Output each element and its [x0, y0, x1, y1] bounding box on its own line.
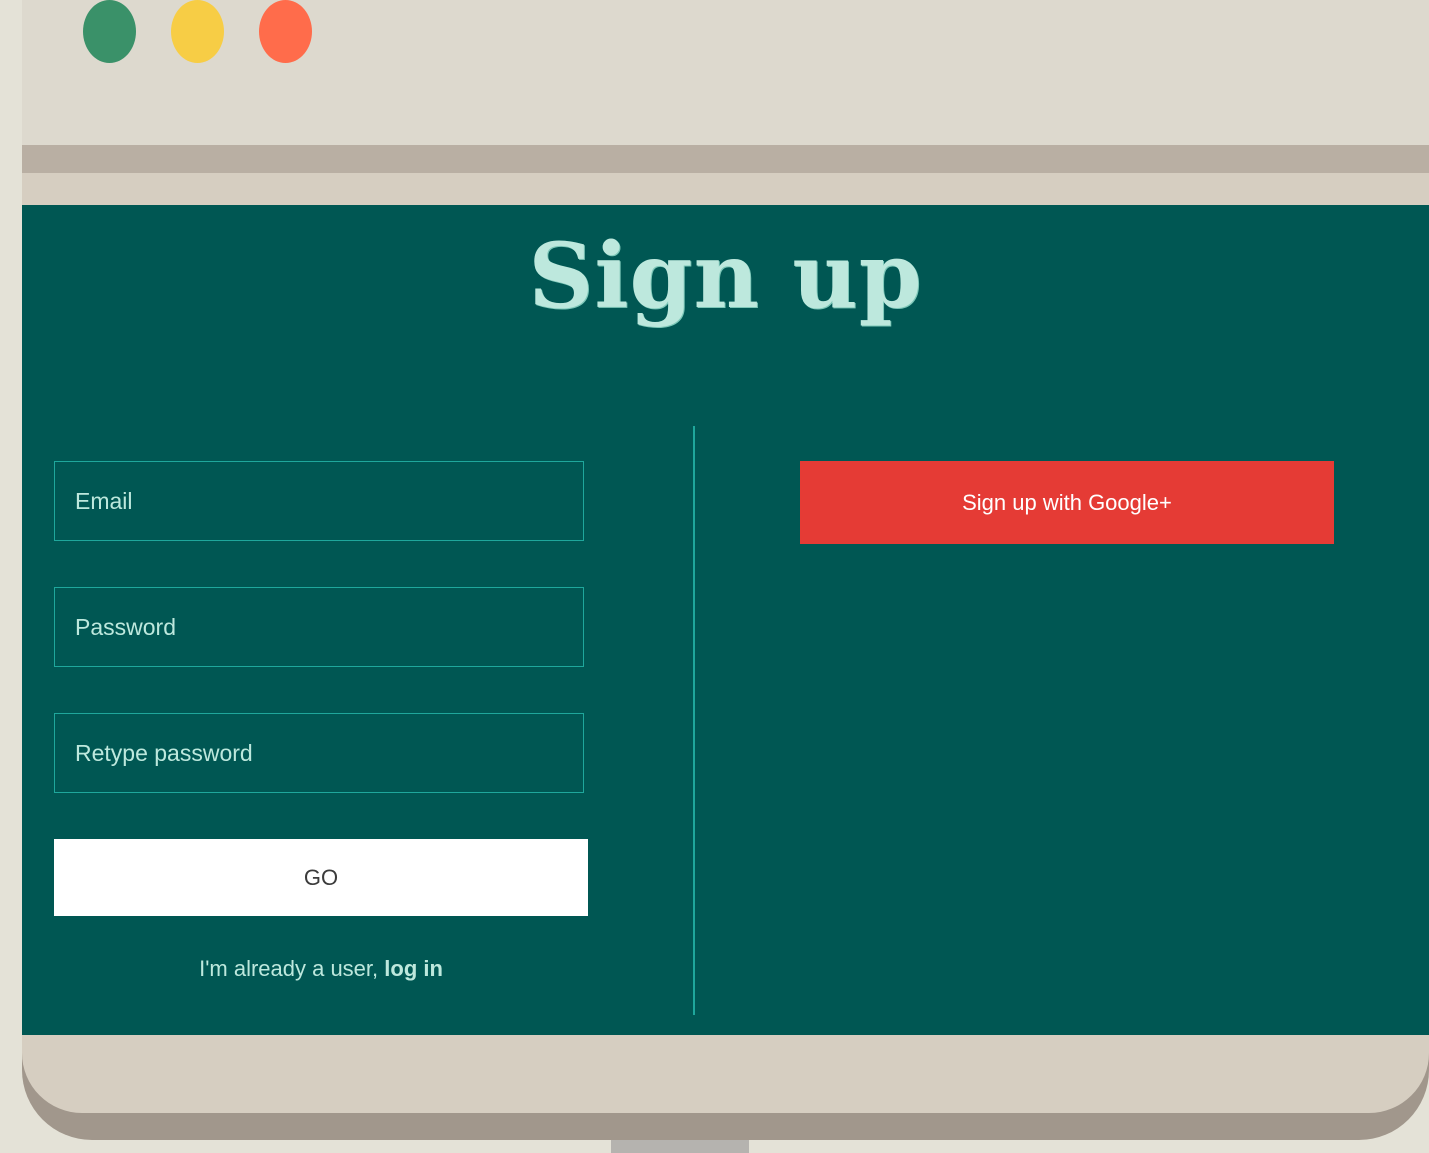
signup-screen: Sign up GO I'm already a user, log in Si… — [22, 205, 1429, 1035]
email-field[interactable] — [54, 461, 584, 541]
google-signup-button[interactable]: Sign up with Google+ — [800, 461, 1334, 544]
password-field[interactable] — [54, 587, 584, 667]
vertical-divider — [693, 426, 695, 1015]
page-title: Sign up — [528, 223, 923, 329]
bezel-band-light — [22, 173, 1429, 205]
window-dot-green-icon[interactable] — [83, 0, 136, 63]
login-prompt: I'm already a user, log in — [54, 956, 588, 982]
monitor-stand — [611, 1140, 749, 1153]
monitor-top-bezel — [22, 0, 1429, 145]
go-button[interactable]: GO — [54, 839, 588, 916]
login-prompt-text: I'm already a user, — [199, 956, 385, 981]
retype-password-field[interactable] — [54, 713, 584, 793]
window-dot-red-icon[interactable] — [259, 0, 312, 63]
bezel-band-dark — [22, 145, 1429, 173]
login-link[interactable]: log in — [384, 956, 443, 981]
window-dot-yellow-icon[interactable] — [171, 0, 224, 63]
monitor-bottom-bezel — [22, 1035, 1429, 1113]
